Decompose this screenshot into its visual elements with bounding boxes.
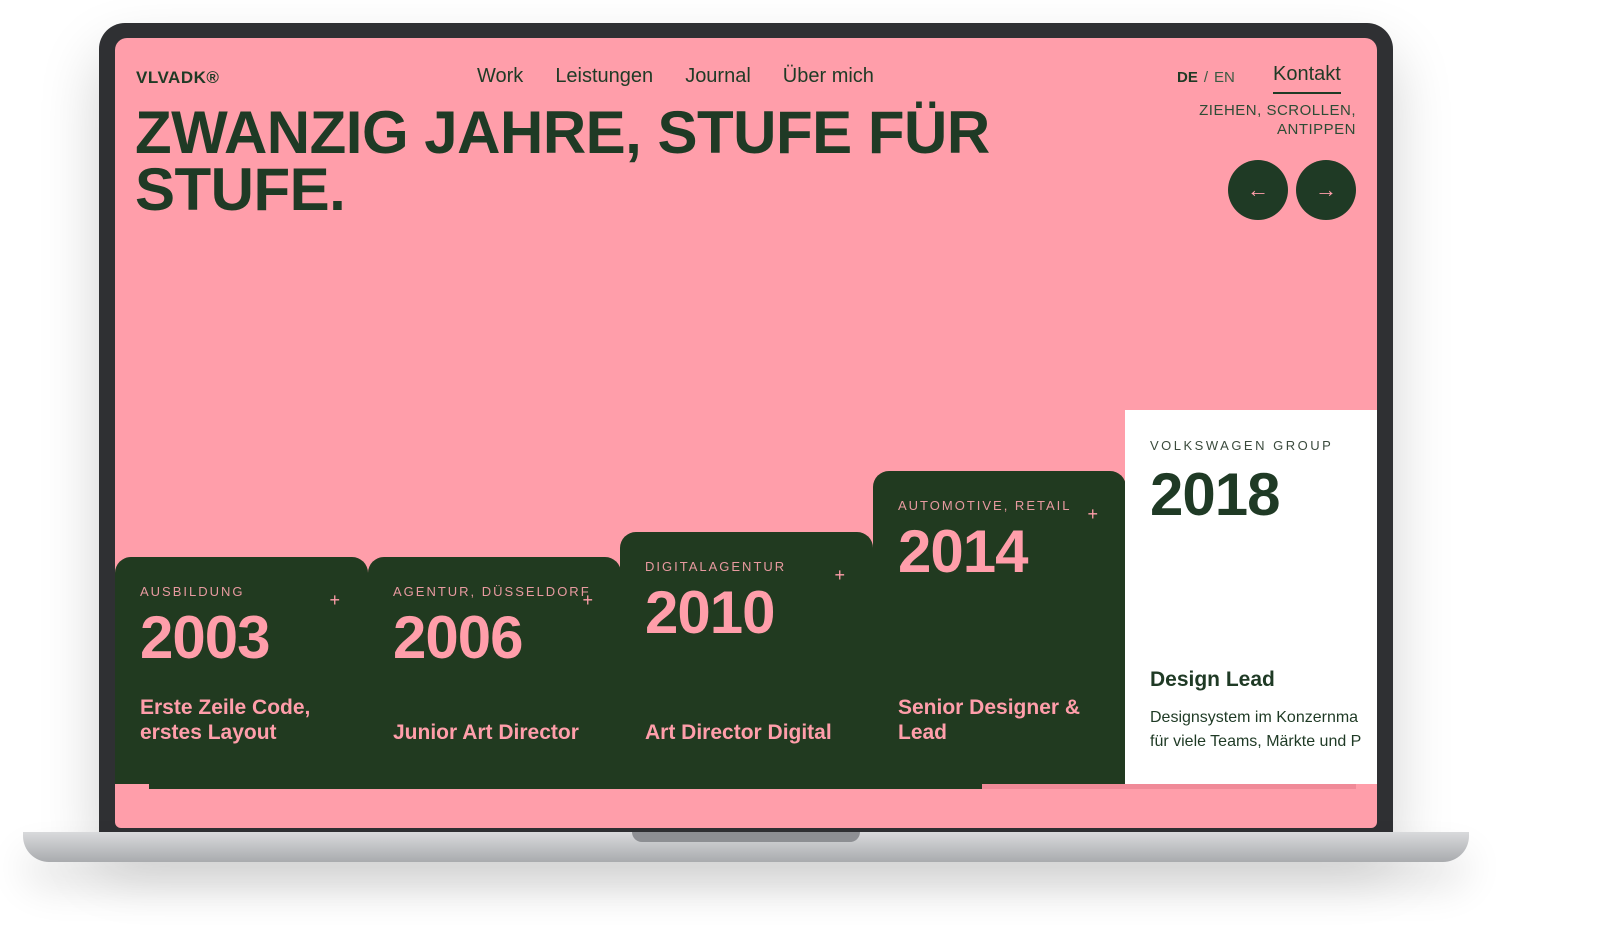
card-tag: AGENTUR, DÜSSELDORF [393, 584, 591, 599]
nav-item-leistungen[interactable]: Leistungen [555, 65, 653, 88]
card-description-line-1: Designsystem im Konzernma [1150, 709, 1359, 726]
plus-icon[interactable]: + [329, 590, 340, 611]
card-year: 2003 [140, 604, 270, 671]
plus-icon[interactable]: + [834, 565, 845, 586]
prev-button[interactable]: ← [1228, 160, 1288, 220]
nav-item-journal[interactable]: Journal [685, 65, 751, 88]
lang-separator: / [1203, 69, 1209, 86]
main-nav: Work Leistungen Journal Über mich [477, 65, 874, 88]
lang-de[interactable]: DE [1177, 69, 1198, 86]
card-role: Erste Zeile Code, erstes Layout [140, 696, 311, 744]
page-headline: ZWANZIG JAHRE, STUFE FÜR STUFE. [135, 103, 1035, 220]
plus-icon[interactable]: + [582, 590, 593, 611]
card-tag: AUTOMOTIVE, RETAIL [898, 498, 1072, 513]
arrow-left-icon: ← [1247, 177, 1269, 202]
timeline-card-2014[interactable]: AUTOMOTIVE, RETAIL + 2014 Senior Designe… [873, 471, 1126, 784]
nav-item-ueber-mich[interactable]: Über mich [783, 65, 874, 88]
next-button[interactable]: → [1296, 160, 1356, 220]
card-year: 2018 [1150, 461, 1280, 528]
interaction-hint: ZIEHEN, SCROLLEN, ANTIPPEN [1199, 102, 1356, 138]
logo[interactable]: VLVADK® [136, 68, 219, 88]
plus-icon[interactable]: + [1087, 504, 1098, 525]
laptop-notch [632, 832, 860, 842]
contact-link[interactable]: Kontakt [1273, 63, 1341, 94]
card-description-line-2: für viele Teams, Märkte und P [1150, 733, 1362, 750]
card-description: Designsystem im Konzernma für viele Team… [1150, 706, 1377, 754]
website-screen: VLVADK® Work Leistungen Journal Über mic… [115, 38, 1377, 828]
card-year: 2006 [393, 604, 523, 671]
arrow-right-icon: → [1315, 177, 1337, 202]
card-year: 2014 [898, 518, 1028, 585]
nav-item-work[interactable]: Work [477, 65, 523, 88]
headline-line-2: STUFE. [135, 156, 346, 223]
timeline-card-2010[interactable]: DIGITALAGENTUR + 2010 Art Director Digit… [620, 532, 873, 784]
lang-en[interactable]: EN [1214, 69, 1235, 86]
timeline-progress-fill [149, 784, 982, 789]
timeline-card-2003[interactable]: AUSBILDUNG + 2003 Erste Zeile Code, erst… [115, 557, 368, 784]
timeline-card-2018-active[interactable]: VOLKSWAGEN GROUP 2018 Design Lead Design… [1125, 410, 1377, 784]
card-tag: AUSBILDUNG [140, 584, 245, 599]
card-role: Junior Art Director [393, 721, 579, 744]
card-tag: VOLKSWAGEN GROUP [1150, 438, 1334, 453]
card-role: Design Lead [1150, 668, 1275, 691]
timeline-progress-track[interactable] [149, 784, 1356, 789]
card-tag: DIGITALAGENTUR [645, 559, 787, 574]
card-role: Senior Designer & Lead [898, 696, 1081, 744]
timeline-card-2006[interactable]: AGENTUR, DÜSSELDORF + 2006 Junior Art Di… [368, 557, 621, 784]
card-role: Art Director Digital [645, 721, 832, 744]
language-switcher: DE / EN [1177, 69, 1235, 86]
card-year: 2010 [645, 579, 775, 646]
